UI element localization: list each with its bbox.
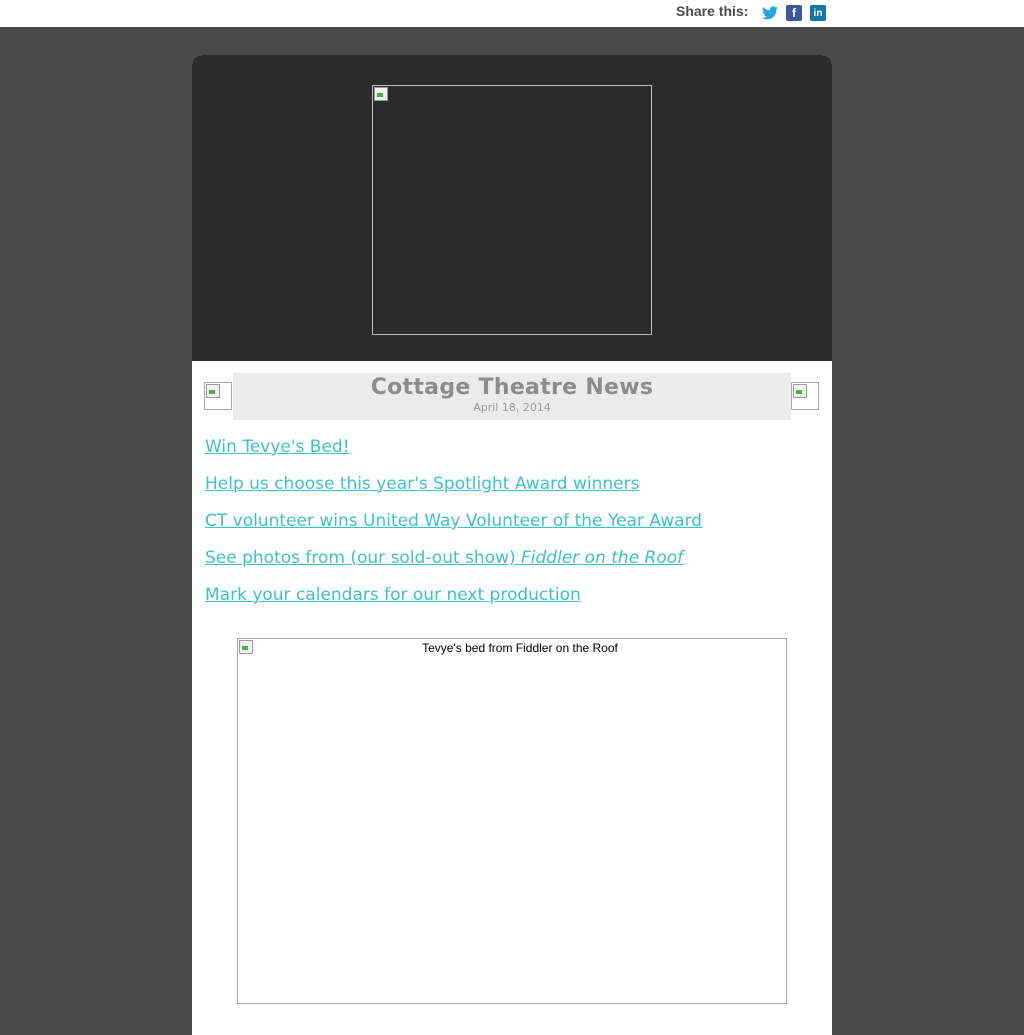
share-label: Share this:: [676, 3, 749, 19]
article-links: Win Tevye's Bed! Help us choose this yea…: [205, 435, 825, 620]
left-decoration-image: [204, 382, 232, 410]
header-banner: [192, 55, 832, 361]
link-next-production[interactable]: Mark your calendars for our next product…: [205, 583, 825, 620]
broken-image-icon: [206, 384, 220, 398]
newsletter-title: Cottage Theatre News: [370, 375, 654, 400]
link-fiddler-photos[interactable]: See photos from (our sold-out show) Fidd…: [205, 546, 825, 583]
broken-image-icon: [793, 384, 807, 398]
share-bar: Share this: f in: [0, 0, 1024, 27]
broken-image-icon: [239, 640, 253, 654]
right-decoration-image: [791, 382, 819, 410]
twitter-icon[interactable]: [762, 5, 778, 21]
link-spotlight-award[interactable]: Help us choose this year's Spotlight Awa…: [205, 472, 825, 509]
tevyes-bed-image: Tevye's bed from Fiddler on the Roof: [237, 638, 787, 1004]
linkedin-icon[interactable]: in: [810, 5, 826, 21]
newsletter-date: April 18, 2014: [473, 401, 551, 414]
broken-image-icon: [374, 87, 388, 101]
link-win-tevyes-bed[interactable]: Win Tevye's Bed!: [205, 435, 825, 472]
title-box: Cottage Theatre News April 18, 2014: [233, 373, 791, 420]
header-image: [372, 85, 652, 335]
link-volunteer-award[interactable]: CT volunteer wins United Way Volunteer o…: [205, 509, 825, 546]
facebook-icon[interactable]: f: [786, 5, 802, 21]
newsletter-container: Cottage Theatre News April 18, 2014 Win …: [192, 55, 832, 1035]
image-alt-text: Tevye's bed from Fiddler on the Roof: [422, 641, 618, 655]
